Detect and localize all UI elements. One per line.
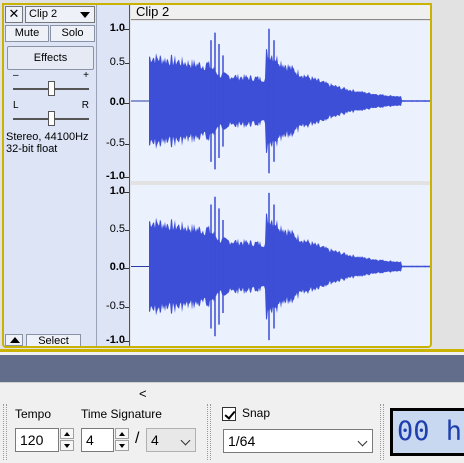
ruler-tick: -0.5: [106, 300, 125, 312]
chevron-down-icon: [357, 436, 368, 447]
solo-button[interactable]: Solo: [50, 25, 95, 42]
track-area: ✕ Clip 2 Mute Solo Effects – + L R Stere…: [0, 0, 464, 352]
ruler-mark: [123, 341, 129, 342]
track-format-line: Stereo, 44100Hz: [6, 131, 89, 143]
gain-slider[interactable]: – +: [11, 70, 91, 98]
ruler-tick: -1.0: [106, 170, 125, 182]
horizontal-scrollbar[interactable]: <: [0, 382, 464, 402]
ts-denominator-value: 4: [151, 432, 159, 448]
waveform-peaks: [149, 49, 431, 153]
tempo-input[interactable]: 120: [15, 428, 59, 452]
track-info: Stereo, 44100Hz 32-bit float: [6, 131, 89, 155]
ruler-mark: [125, 144, 129, 145]
tempo-up-icon[interactable]: [60, 428, 74, 439]
time-signature-label: Time Signature: [81, 407, 162, 421]
ruler-mark: [123, 103, 129, 104]
ts-denominator-select[interactable]: 4: [146, 428, 196, 452]
ruler-mark: [125, 307, 129, 308]
track-name-label: Clip 2: [29, 8, 58, 20]
toolbar-grip[interactable]: [207, 404, 211, 460]
toolbar-grip[interactable]: [3, 404, 7, 460]
pan-slider[interactable]: L R: [11, 100, 91, 128]
clip-title: Clip 2: [136, 4, 170, 19]
chevron-down-icon: [180, 435, 191, 446]
clip[interactable]: Clip 2: [131, 4, 432, 348]
mute-button[interactable]: Mute: [5, 25, 49, 42]
scroll-left-arrow[interactable]: <: [139, 386, 147, 401]
ruler-mark: [123, 29, 129, 30]
ruler-tick: -1.0: [106, 334, 125, 346]
collapse-track-button[interactable]: [5, 334, 23, 346]
ruler-tick: 0.0: [109, 96, 125, 108]
ts-separator: /: [135, 430, 140, 447]
waveform-right: [131, 192, 431, 341]
time-display[interactable]: 00 h: [390, 408, 464, 456]
time-display-value: 00 h: [393, 411, 464, 453]
dropdown-arrow-icon: [80, 12, 90, 18]
ts-down-icon[interactable]: [115, 440, 129, 451]
track-control-panel: ✕ Clip 2 Mute Solo Effects – + L R Stere…: [3, 4, 97, 348]
select-track-button[interactable]: Select: [26, 334, 81, 348]
track-name-menu[interactable]: Clip 2: [25, 6, 95, 23]
waveform-right-channel[interactable]: [131, 185, 431, 348]
tempo-down-icon[interactable]: [60, 440, 74, 451]
vertical-ruler[interactable]: 1.0 0.5 0.0 -0.5 -1.0 1.0 0.5 0.0 -0.5 -…: [98, 4, 130, 348]
track-bitdepth-line: 32-bit float: [6, 143, 58, 155]
ruler-mark: [123, 192, 129, 193]
ruler-mark: [123, 177, 129, 178]
toolbar-grip[interactable]: [380, 404, 384, 460]
tempo-spinner[interactable]: [60, 428, 74, 452]
pan-right-label: R: [81, 100, 89, 111]
tempo-label: Tempo: [15, 407, 52, 421]
clip-title-bar[interactable]: Clip 2: [131, 4, 431, 20]
waveform-peaks: [149, 213, 431, 320]
empty-track-area[interactable]: [0, 355, 464, 382]
snap-checkbox[interactable]: [222, 407, 236, 421]
snap-label: Snap: [242, 406, 271, 420]
snap-value: 1/64: [228, 433, 256, 449]
ruler-tick: 0.5: [109, 223, 125, 235]
waveform-left: [131, 28, 431, 174]
gain-plus-label: +: [83, 70, 89, 81]
waveform-left-channel[interactable]: [131, 21, 431, 181]
ruler-mark: [123, 268, 129, 269]
ts-up-icon[interactable]: [115, 428, 129, 439]
pan-left-label: L: [13, 100, 19, 111]
ruler-tick: -0.5: [106, 137, 125, 149]
ts-numerator-input[interactable]: 4: [81, 428, 114, 452]
time-signature-toolbar: Tempo 120 Time Signature 4 / 4 Snap 1/64…: [0, 402, 464, 463]
ruler-tick: 1.0: [109, 185, 125, 197]
ruler-tick: 1.0: [109, 22, 125, 34]
ruler-tick: 0.0: [109, 261, 125, 273]
gain-minus-label: –: [13, 70, 19, 81]
ruler-mark: [125, 230, 129, 231]
pan-slider-thumb[interactable]: [48, 111, 55, 126]
ts-numerator-spinner[interactable]: [115, 428, 129, 452]
ruler-tick: 0.5: [109, 56, 125, 68]
gain-slider-thumb[interactable]: [48, 81, 55, 96]
snap-select[interactable]: 1/64: [223, 429, 373, 453]
effects-button[interactable]: Effects: [7, 46, 94, 70]
ruler-mark: [125, 63, 129, 64]
close-track-button[interactable]: ✕: [5, 6, 23, 23]
